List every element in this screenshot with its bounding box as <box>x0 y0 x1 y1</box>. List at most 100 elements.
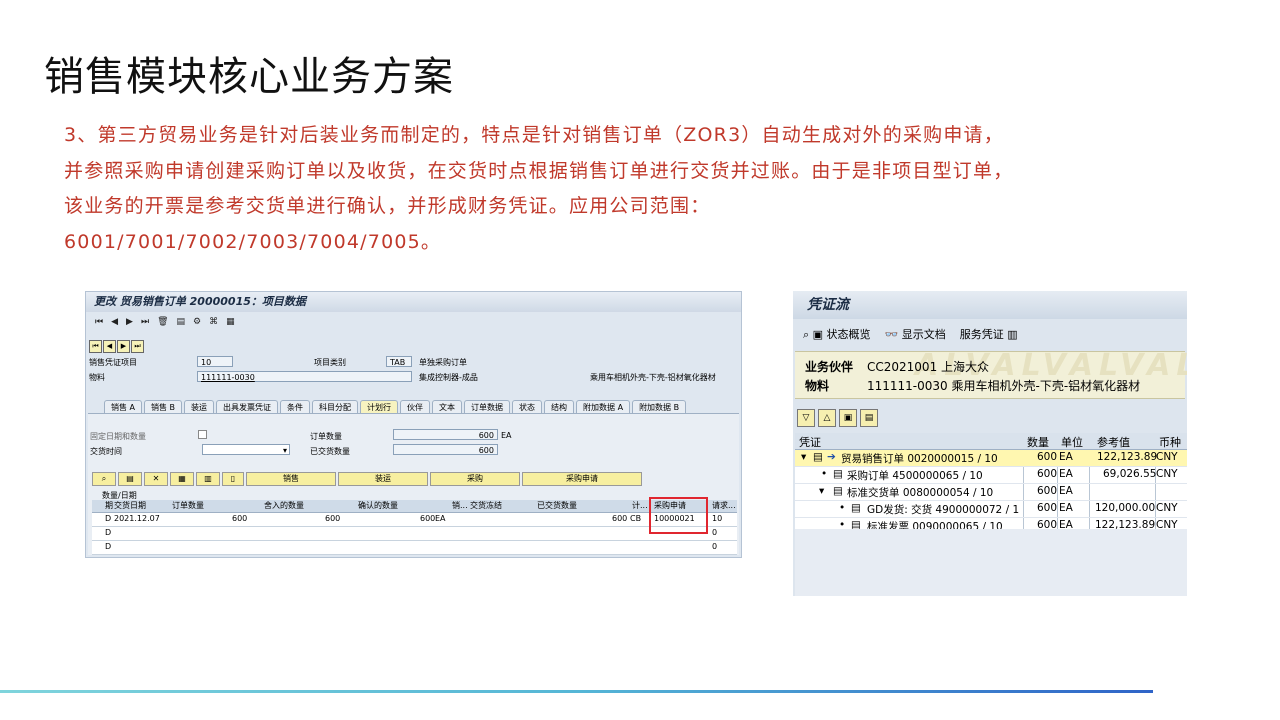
display-document-button[interactable]: 👓 显示文档 <box>885 326 946 342</box>
item-category-label: 项目类别 <box>314 358 346 367</box>
delete-row-icon[interactable]: ✕ <box>144 472 168 486</box>
paragraph-line: 6001/7001/7002/7003/7004/7005。 <box>64 230 442 253</box>
settings-icon[interactable]: ⚙ <box>193 317 201 327</box>
expand-icon[interactable]: ▽ <box>797 409 815 427</box>
select-all-icon[interactable]: ▦ <box>170 472 194 486</box>
order-uom: EA <box>501 431 512 440</box>
fixed-date-label: 固定日期和数量 <box>90 432 146 441</box>
table-row[interactable]: D 0 <box>92 527 737 541</box>
tree-row[interactable]: • ▤ GD发货: 交货 4900000072 / 1 600 EA 120,0… <box>795 501 1187 518</box>
material-field[interactable]: 111111-0030 <box>197 371 412 382</box>
tree-header: 凭证 数量 单位 参考值 币种 <box>795 433 1187 450</box>
first-icon[interactable]: ⏮ <box>95 317 103 327</box>
delivered-qty-label: 已交货数量 <box>310 447 350 456</box>
tab[interactable]: 状态 <box>512 400 543 414</box>
tab[interactable]: 附加数据 A <box>576 400 631 414</box>
prev-icon[interactable]: ◀ <box>111 317 118 327</box>
tab-active[interactable]: 计划行 <box>360 400 399 414</box>
tab[interactable]: 文本 <box>432 400 463 414</box>
sap-toolbar: ⏮ ◀ ▶ ⏭ 🗑 ▤ ⚙ ⌘ ▦ <box>86 312 741 332</box>
tab[interactable]: 附加数据 B <box>632 400 687 414</box>
material-label: 物料 <box>805 379 830 393</box>
bottom-accent-line <box>0 690 1153 693</box>
document-flow-tree: 凭证 数量 单位 参考值 币种 ▾ ▤ ➔ 贸易销售订单 0020000015 … <box>795 433 1187 596</box>
delivery-time-select[interactable]: ▾ <box>202 444 290 455</box>
purchasing-button[interactable]: 采购 <box>430 472 520 486</box>
material-group: 集成控制器-成品 <box>419 373 478 382</box>
tab[interactable]: 销售 B <box>144 400 183 414</box>
tools-icon[interactable]: ⌘ <box>209 317 218 327</box>
function-buttons: ⌕ ▤ ✕ ▦ ▥ ▯ 销售 装运 采购 采购申请 <box>92 472 642 486</box>
expand-triangle-icon[interactable]: ▾ <box>819 485 824 497</box>
item-category-field[interactable]: TAB <box>386 356 412 367</box>
tab[interactable]: 销售 A <box>104 400 143 414</box>
tree-row[interactable]: ▾ ▤ 标准交货单 0080000054 / 10 600 EA <box>795 484 1187 501</box>
document-icon: ▤ <box>833 485 843 497</box>
expand-triangle-icon[interactable]: ▾ <box>801 451 806 463</box>
last-item-icon[interactable]: ⏭ <box>131 340 144 353</box>
sap-toolbar: ⌕ ▣ 状态概览 👓 显示文档 服务凭证 ▥ <box>793 319 1187 349</box>
tree-row[interactable]: ▾ ▤ ➔ 贸易销售订单 0020000015 / 10 600 EA 122,… <box>795 450 1187 467</box>
partner-label: 业务伙伴 <box>805 360 854 374</box>
sap-tabs: 销售 A 销售 B 装运 出具发票凭证 条件 科目分配 计划行 伙伴 文本 订单… <box>104 400 687 414</box>
last-icon[interactable]: ⏭ <box>141 317 149 327</box>
material-value: 111111-0030 乘用车相机外壳-下壳-铝材氧化器材 <box>867 379 1141 393</box>
sales-button[interactable]: 销售 <box>246 472 336 486</box>
service-documents-button[interactable]: 服务凭证 ▥ <box>960 326 1018 342</box>
material-desc: 乘用车相机外壳-下壳-铝材氧化器材 <box>590 373 716 382</box>
next-item-icon[interactable]: ▶ <box>117 340 130 353</box>
tree-row[interactable]: • ▤ 采购订单 4500000065 / 10 600 EA 69,026.5… <box>795 467 1187 484</box>
schedule-lines-table: 期 交货日期 订单数量 舍入的数量 确认的数量 销... 交货冻结 已交货数量 … <box>92 500 737 555</box>
delivered-qty-field[interactable]: 600 <box>393 444 498 455</box>
tab[interactable]: 结构 <box>544 400 575 414</box>
paragraph-line: 3、第三方贸易业务是针对后装业务而制定的，特点是针对销售订单（ZOR3）自动生成… <box>64 124 1004 146</box>
sap-document-flow-screenshot: 凭证流 ⌕ ▣ 状态概览 👓 显示文档 服务凭证 ▥ ALVALVALVALV … <box>793 291 1187 596</box>
document-info-panel: ALVALVALVALV 业务伙伴 CC2021001 上海大众 物料 1111… <box>795 348 1187 399</box>
tab[interactable]: 订单数据 <box>464 400 511 414</box>
prev-item-icon[interactable]: ◀ <box>103 340 116 353</box>
purchase-requisition-button[interactable]: 采购申请 <box>522 472 642 486</box>
chevron-down-icon: ▾ <box>282 446 287 455</box>
purchase-requisition-highlight <box>649 497 708 534</box>
search-icon[interactable]: ⌕ <box>92 472 116 486</box>
document-icon: ▤ <box>813 451 823 463</box>
paragraph-line: 并参照采购申请创建采购订单以及收货，在交货时点根据销售订单进行交货并过账。由于是… <box>64 159 1014 182</box>
order-qty-field[interactable]: 600 <box>393 429 498 440</box>
tree-toolbar: ▽ △ ▣ ▤ <box>797 409 878 427</box>
doc-icon[interactable]: ▤ <box>177 317 186 327</box>
paragraph-line: 该业务的开票是参考交货单进行确认，并形成财务凭证。应用公司范围： <box>64 195 711 217</box>
detail-icon[interactable]: ▤ <box>118 472 142 486</box>
sap-window-title: 凭证流 <box>793 291 1187 319</box>
table-header: 期 交货日期 订单数量 舍入的数量 确认的数量 销... 交货冻结 已交货数量 … <box>92 500 737 513</box>
document-icon: ▤ <box>851 502 861 514</box>
tab[interactable]: 出具发票凭证 <box>216 400 279 414</box>
item-nav-buttons: ⏮ ◀ ▶ ⏭ <box>89 340 144 353</box>
shipping-button[interactable]: 装运 <box>338 472 428 486</box>
description-paragraph: 3、第三方贸易业务是针对后装业务而制定的，特点是针对销售订单（ZOR3）自动生成… <box>64 118 1204 260</box>
order-qty-label: 订单数量 <box>310 432 342 441</box>
save-icon[interactable]: ▣ <box>839 409 857 427</box>
tab[interactable]: 条件 <box>280 400 311 414</box>
item-label: 销售凭证项目 <box>89 358 137 367</box>
tab[interactable]: 伙伴 <box>400 400 431 414</box>
fixed-date-checkbox[interactable] <box>198 430 207 439</box>
delete-icon[interactable]: 🗑 <box>157 317 168 327</box>
layout-icon[interactable]: ▦ <box>226 317 235 327</box>
deselect-icon[interactable]: ▥ <box>196 472 220 486</box>
current-arrow-icon: ➔ <box>827 451 836 463</box>
partner-value: CC2021001 上海大众 <box>867 360 990 374</box>
tab[interactable]: 装运 <box>184 400 215 414</box>
delivery-time-label: 交货时间 <box>90 447 122 456</box>
table-row[interactable]: D 0 <box>92 541 737 555</box>
status-overview-button[interactable]: ⌕ ▣ 状态概览 <box>803 326 871 342</box>
next-icon[interactable]: ▶ <box>126 317 133 327</box>
collapse-icon[interactable]: △ <box>818 409 836 427</box>
print-icon[interactable]: ▤ <box>860 409 878 427</box>
sap-sales-order-screenshot: 更改 贸易销售订单 20000015：项目数据 ⏮ ◀ ▶ ⏭ 🗑 ▤ ⚙ ⌘ ▦ ⏮ ◀… <box>85 291 742 558</box>
first-item-icon[interactable]: ⏮ <box>89 340 102 353</box>
copy-icon[interactable]: ▯ <box>222 472 244 486</box>
material-label: 物料 <box>89 373 105 382</box>
item-field[interactable]: 10 <box>197 356 233 367</box>
table-row[interactable]: D 2021.12.07 600 600 600 EA 600 CB 10000… <box>92 513 737 527</box>
tab[interactable]: 科目分配 <box>312 400 359 414</box>
